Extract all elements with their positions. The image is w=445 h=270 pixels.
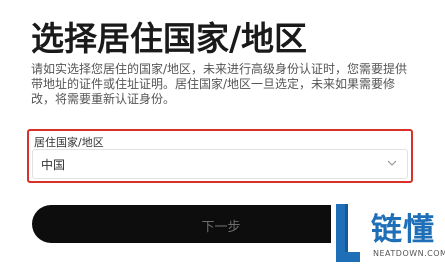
country-field-label: 居住国家/地区 — [34, 136, 104, 149]
country-select[interactable]: 中国 — [32, 149, 408, 179]
watermark: 链懂 NEATDOWN.COM — [331, 198, 445, 270]
page-description: 请如实选择您居住的国家/地区，未来进行高级身份认证时，您需要提供带地址的证件或住… — [31, 62, 408, 106]
watermark-brand: 链懂 — [371, 212, 435, 248]
country-field-highlight: 居住国家/地区 中国 — [27, 129, 413, 183]
country-select-value: 中国 — [41, 158, 66, 172]
watermark-url: NEATDOWN.COM — [373, 249, 445, 258]
page-title: 选择居住国家/地区 — [31, 19, 308, 58]
chevron-down-icon — [387, 160, 397, 166]
brand-logo-icon — [336, 204, 360, 262]
